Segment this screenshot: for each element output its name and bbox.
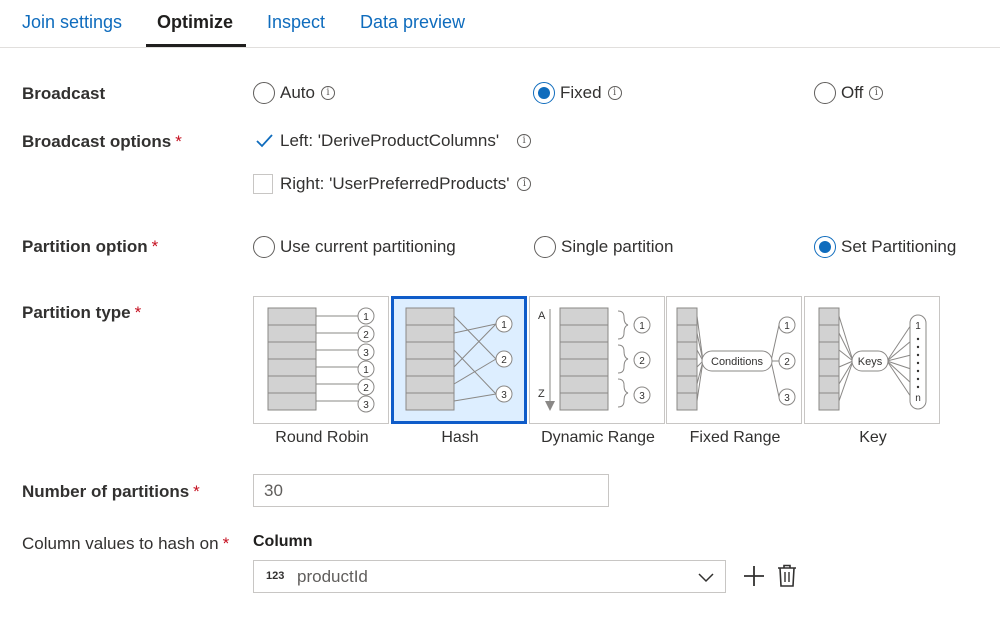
tab-optimize[interactable]: Optimize <box>157 12 233 33</box>
info-icon[interactable]: i <box>869 86 884 100</box>
tab-bar: Join settings Optimize Inspect Data prev… <box>0 0 1000 48</box>
partition-tile-round-robin[interactable]: 1 2 3 1 2 3 <box>253 296 389 424</box>
required-marker: * <box>134 303 142 322</box>
partition-tile-fixed-range[interactable]: Conditions 1 2 3 <box>666 296 802 424</box>
broadcast-options-label-text: Broadcast options <box>22 132 172 151</box>
partition-option-label-text: Partition option <box>22 237 148 256</box>
hash-num: 1 <box>501 320 507 331</box>
required-marker: * <box>222 534 230 553</box>
hash-num: 2 <box>501 355 507 366</box>
partition-current-label: Use current partitioning <box>280 237 456 256</box>
chevron-down-icon <box>698 573 714 583</box>
partition-type-label-text: Partition type <box>22 303 131 322</box>
axis-end: Z <box>538 388 545 400</box>
partition-set-label: Set Partitioning <box>841 237 957 256</box>
num-partitions-input[interactable]: 30 <box>253 474 609 507</box>
column-header: Column <box>253 533 313 550</box>
partition-tile-hash[interactable]: 1 2 3 <box>391 296 527 424</box>
partition-tile-dynamic-range[interactable]: A Z 1 2 3 <box>529 296 665 424</box>
partition-current-radio[interactable]: Use current partitioning <box>253 236 456 258</box>
tab-data-preview[interactable]: Data preview <box>360 12 465 33</box>
required-marker: * <box>175 132 182 151</box>
hash-column-value: productId <box>297 567 368 586</box>
required-marker: * <box>193 482 200 501</box>
fr-center: Conditions <box>711 356 763 368</box>
broadcast-off-label: Off <box>841 83 864 102</box>
broadcast-right-label: Right: 'UserPreferredProducts' <box>280 174 510 193</box>
key-diagram-icon: Keys 1 n <box>818 307 927 411</box>
num-partitions-label: Number of partitions * <box>22 482 200 502</box>
rr-num: 3 <box>363 400 369 411</box>
broadcast-off-radio[interactable]: Off i <box>814 82 884 104</box>
partition-type-label: Partition type * <box>22 303 141 323</box>
dr-num: 1 <box>639 321 645 332</box>
info-icon[interactable]: i <box>320 86 335 100</box>
tab-inspect[interactable]: Inspect <box>267 12 325 33</box>
partition-set-radio[interactable]: Set Partitioning <box>814 236 956 258</box>
info-icon[interactable]: i <box>517 134 532 148</box>
dr-num: 2 <box>639 356 645 367</box>
rr-num: 3 <box>363 348 369 359</box>
plus-icon[interactable] <box>742 564 766 593</box>
rr-num: 1 <box>363 365 369 376</box>
hash-diagram-icon: 1 2 3 <box>405 307 513 411</box>
fr-num: 2 <box>784 357 790 368</box>
partition-tile-hash-label: Hash <box>441 429 479 446</box>
partition-option-label: Partition option * <box>22 237 158 257</box>
broadcast-right-checkbox[interactable]: Right: 'UserPreferredProducts' i <box>253 174 532 194</box>
fr-num: 3 <box>784 393 790 404</box>
num-partitions-value: 30 <box>264 481 283 500</box>
rr-num: 2 <box>363 383 369 394</box>
info-icon[interactable]: i <box>607 86 622 100</box>
partition-tile-dynamic-range-label: Dynamic Range <box>541 429 655 446</box>
required-marker: * <box>151 237 159 256</box>
hash-num: 3 <box>501 390 507 401</box>
info-icon[interactable]: i <box>517 177 532 191</box>
partition-single-label: Single partition <box>561 237 674 256</box>
partition-single-radio[interactable]: Single partition <box>534 236 673 258</box>
broadcast-left-checkbox[interactable]: Left: 'DeriveProductColumns' i <box>253 131 532 151</box>
radio-circle-checked[interactable] <box>814 236 836 258</box>
radio-circle[interactable] <box>814 82 836 104</box>
dynamic-range-diagram-icon: A Z 1 2 3 <box>538 307 651 411</box>
broadcast-label: Broadcast <box>22 84 105 104</box>
radio-circle[interactable] <box>253 82 275 104</box>
partition-tile-fixed-range-label: Fixed Range <box>689 429 781 446</box>
fixed-range-diagram-icon: Conditions 1 2 3 <box>676 307 796 411</box>
partition-tile-round-robin-label: Round Robin <box>275 429 369 446</box>
checkbox-unchecked[interactable] <box>253 174 273 194</box>
numeric-type-icon: 123 <box>266 570 285 582</box>
num-partitions-label-text: Number of partitions <box>22 482 190 501</box>
hash-columns-label-text: Column values to hash on <box>22 534 219 553</box>
key-num: 1 <box>915 321 921 332</box>
checkbox-checked[interactable] <box>253 131 273 151</box>
dr-num: 3 <box>639 391 645 402</box>
active-tab-indicator <box>146 44 246 47</box>
broadcast-options-label: Broadcast options * <box>22 132 182 152</box>
radio-circle[interactable] <box>253 236 275 258</box>
hash-column-select[interactable]: 123 productId <box>253 560 726 593</box>
fr-num: 1 <box>784 321 790 332</box>
partition-tile-key[interactable]: Keys 1 n <box>804 296 940 424</box>
key-num: n <box>915 393 921 404</box>
broadcast-fixed-label: Fixed <box>560 83 602 102</box>
broadcast-auto-radio[interactable]: Auto i <box>253 82 335 104</box>
hash-columns-label: Column values to hash on * <box>22 534 229 554</box>
axis-start: A <box>538 310 546 322</box>
broadcast-fixed-radio[interactable]: Fixed i <box>533 82 622 104</box>
broadcast-auto-label: Auto <box>280 83 315 102</box>
partition-tile-key-label: Key <box>859 429 887 446</box>
key-center: Keys <box>858 356 883 368</box>
checkmark-icon <box>256 134 273 148</box>
rr-num: 1 <box>363 312 369 323</box>
rr-num: 2 <box>363 330 369 341</box>
tab-join-settings[interactable]: Join settings <box>22 12 122 33</box>
trash-icon[interactable] <box>777 564 797 593</box>
radio-circle[interactable] <box>534 236 556 258</box>
broadcast-left-label: Left: 'DeriveProductColumns' <box>280 131 500 150</box>
round-robin-diagram-icon: 1 2 3 1 2 3 <box>267 307 375 413</box>
radio-circle-checked[interactable] <box>533 82 555 104</box>
broadcast-label-text: Broadcast <box>22 84 106 103</box>
